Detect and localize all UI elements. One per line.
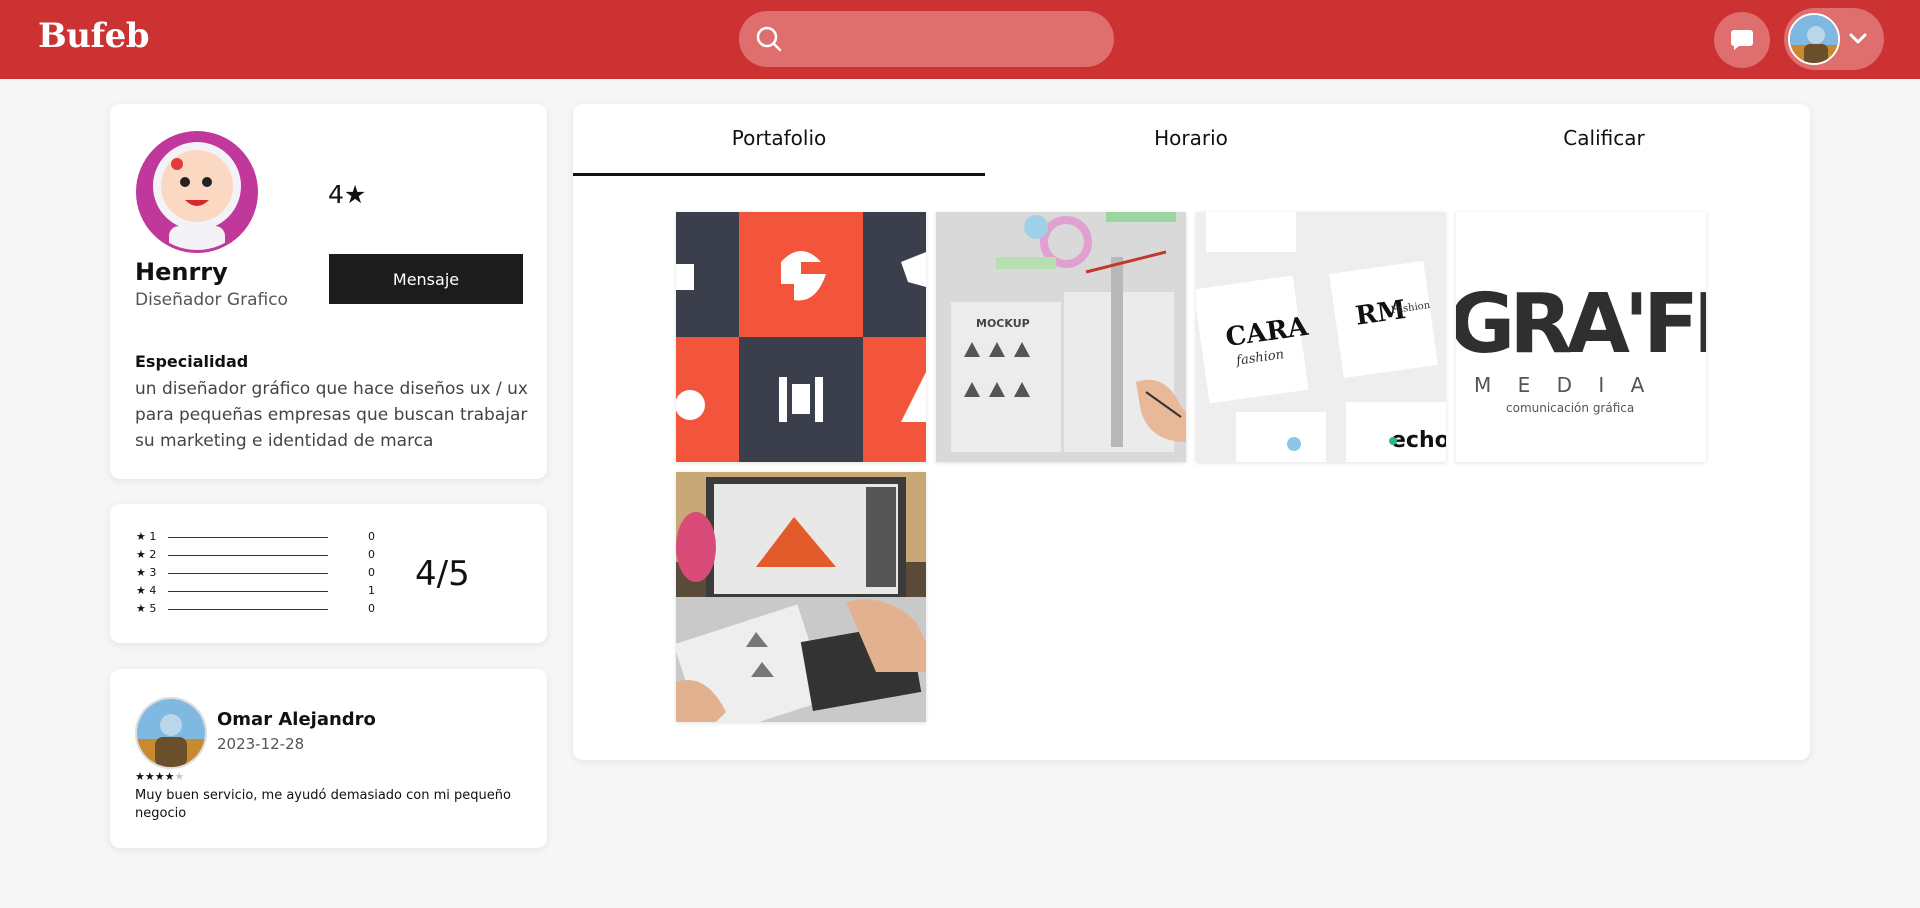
rating-bar bbox=[168, 591, 328, 592]
portfolio-image-designer[interactable] bbox=[676, 472, 926, 722]
profile-menu-button[interactable] bbox=[1784, 8, 1884, 70]
specialty-title: Especialidad bbox=[135, 352, 249, 371]
reviewer-avatar bbox=[135, 697, 207, 769]
portfolio-card: Portafolio Horario Calificar MOCKUP CARA… bbox=[573, 104, 1810, 760]
tab-calificar[interactable]: Calificar bbox=[1398, 104, 1810, 176]
mockup-title: MOCKUP bbox=[976, 317, 1030, 330]
chevron-down-icon bbox=[1849, 33, 1867, 44]
ratings-card: ★ 1 0 ★ 2 0 ★ 3 0 ★ 4 1 ★ 5 0 4/5 bbox=[110, 504, 547, 643]
rating-summary: 4/5 bbox=[415, 554, 470, 594]
rating-row-label: ★ 2 bbox=[136, 548, 157, 561]
rating-row-count: 1 bbox=[368, 584, 375, 597]
fashion-echo-text: echo bbox=[1391, 428, 1446, 453]
review-stars-filled: ★★★★ bbox=[135, 770, 175, 783]
chat-button[interactable] bbox=[1714, 12, 1770, 68]
search-icon bbox=[756, 26, 782, 52]
rating-bar bbox=[168, 537, 328, 538]
review-card: Omar Alejandro 2023-12-28 ★★★★★ Muy buen… bbox=[110, 669, 547, 848]
portfolio-image-mockup[interactable]: MOCKUP bbox=[936, 212, 1186, 462]
rating-row-label: ★ 4 bbox=[136, 584, 157, 597]
search-input[interactable] bbox=[795, 11, 1095, 67]
rating-row-label: ★ 3 bbox=[136, 566, 157, 579]
rating-row-count: 0 bbox=[368, 602, 375, 615]
portfolio-image-grafica[interactable]: GRA'FIC M E D I A comunicación gráfica bbox=[1456, 212, 1706, 462]
profile-rating: 4★ bbox=[328, 180, 367, 209]
specialty-text: un diseñador gráfico que hace diseños ux… bbox=[135, 379, 528, 451]
review-text: Muy buen servicio, me ayudó demasiado co… bbox=[135, 788, 511, 821]
rating-row-count: 0 bbox=[368, 548, 375, 561]
portfolio-image-logo-grid[interactable] bbox=[676, 212, 926, 462]
review-stars-empty: ★ bbox=[174, 770, 185, 783]
chat-icon bbox=[1731, 30, 1753, 50]
review-date: 2023-12-28 bbox=[217, 735, 305, 753]
rating-bar bbox=[168, 609, 328, 610]
portfolio-image-fashion[interactable]: CARA fashion RM Fashion echo bbox=[1196, 212, 1446, 462]
rating-row: ★ 5 0 bbox=[136, 602, 376, 616]
user-avatar bbox=[1788, 13, 1840, 65]
brand-logo[interactable]: Bufeb bbox=[38, 16, 150, 56]
message-button[interactable]: Mensaje bbox=[329, 254, 523, 304]
profile-name: Henrry bbox=[135, 258, 228, 286]
tab-horario[interactable]: Horario bbox=[985, 104, 1397, 176]
rating-row: ★ 4 1 bbox=[136, 584, 376, 598]
search-box[interactable] bbox=[739, 11, 1114, 67]
rating-row-label: ★ 5 bbox=[136, 602, 157, 615]
profile-role: Diseñador Grafico bbox=[135, 290, 288, 310]
review-stars: ★★★★★ bbox=[135, 770, 184, 783]
grafica-caption-text: comunicación gráfica bbox=[1506, 401, 1634, 415]
rating-row-label: ★ 1 bbox=[136, 530, 157, 543]
top-bar: Bufeb bbox=[0, 0, 1920, 79]
profile-card: 4★ Henrry Diseñador Grafico Mensaje Espe… bbox=[110, 104, 547, 479]
tab-bar: Portafolio Horario Calificar bbox=[573, 104, 1810, 176]
grafica-title-text: GRA'FIC bbox=[1456, 277, 1706, 372]
rating-bar bbox=[168, 555, 328, 556]
rating-row: ★ 2 0 bbox=[136, 548, 376, 562]
rating-row-count: 0 bbox=[368, 530, 375, 543]
rating-bar bbox=[168, 573, 328, 574]
reviewer-name: Omar Alejandro bbox=[217, 709, 376, 730]
rating-row: ★ 1 0 bbox=[136, 530, 376, 544]
tab-portafolio[interactable]: Portafolio bbox=[573, 104, 985, 176]
rating-row: ★ 3 0 bbox=[136, 566, 376, 580]
grafica-media-text: M E D I A bbox=[1474, 373, 1654, 397]
rating-row-count: 0 bbox=[368, 566, 375, 579]
profile-avatar bbox=[136, 131, 258, 253]
